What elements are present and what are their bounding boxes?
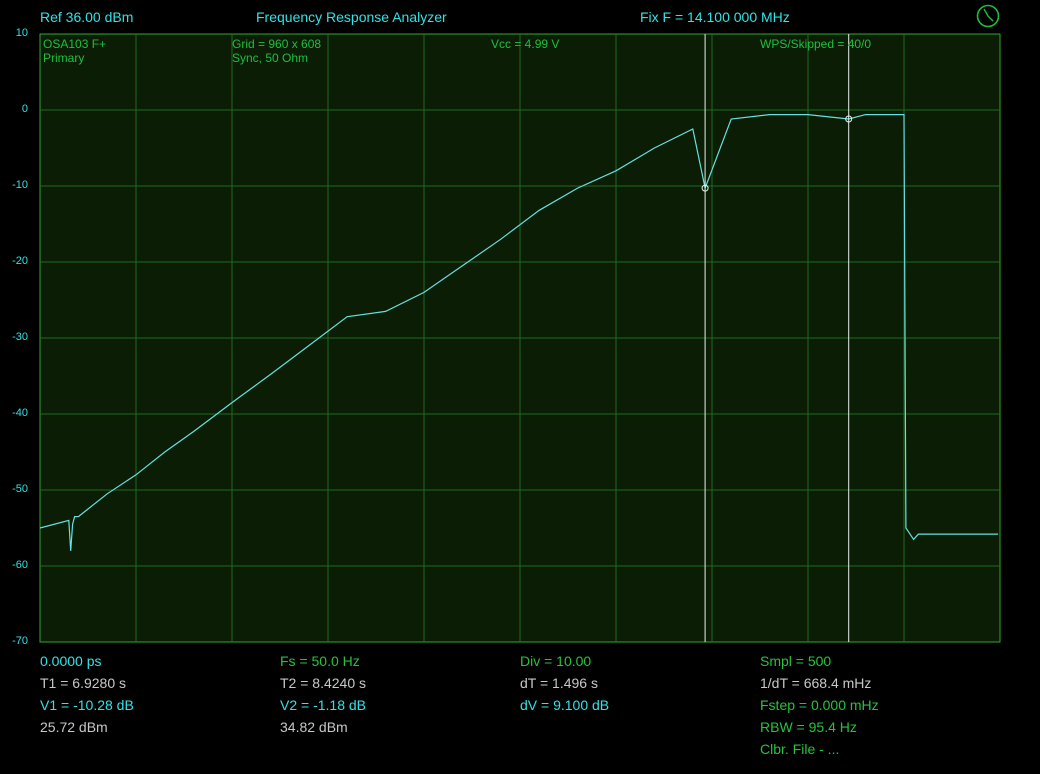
- time-offset-readout[interactable]: 0.0000 ps: [40, 653, 102, 669]
- vcc-label: Vcc = 4.99 V: [491, 37, 560, 51]
- rbw-readout[interactable]: RBW = 95.4 Hz: [760, 719, 857, 735]
- calibration-file-readout[interactable]: Clbr. File - ...: [760, 741, 839, 757]
- grid-size-label: Grid = 960 x 608: [232, 37, 322, 51]
- v2-readout: V2 = -1.18 dB: [280, 697, 367, 713]
- wps-label: WPS/Skipped = 40/0: [760, 37, 872, 51]
- sync-label: Sync, 50 Ohm: [232, 51, 309, 65]
- t1-readout: T1 = 6.9280 s: [40, 675, 127, 691]
- v1-readout: V1 = -10.28 dB: [40, 697, 134, 713]
- inverse-dt-readout: 1/dT = 668.4 mHz: [760, 675, 872, 691]
- device-model-label: OSA103 F+: [43, 37, 107, 51]
- division-readout[interactable]: Div = 10.00: [520, 653, 591, 669]
- fstep-readout[interactable]: Fstep = 0.000 mHz: [760, 697, 879, 713]
- v1-dbm-readout: 25.72 dBm: [40, 719, 108, 735]
- t2-readout: T2 = 8.4240 s: [280, 675, 367, 691]
- sample-rate-readout[interactable]: Fs = 50.0 Hz: [280, 653, 360, 669]
- delta-voltage-readout: dV = 9.100 dB: [520, 697, 610, 713]
- v2-dbm-readout: 34.82 dBm: [280, 719, 348, 735]
- delta-time-readout: dT = 1.496 s: [520, 675, 598, 691]
- channel-label: Primary: [43, 51, 85, 65]
- samples-readout[interactable]: Smpl = 500: [760, 653, 831, 669]
